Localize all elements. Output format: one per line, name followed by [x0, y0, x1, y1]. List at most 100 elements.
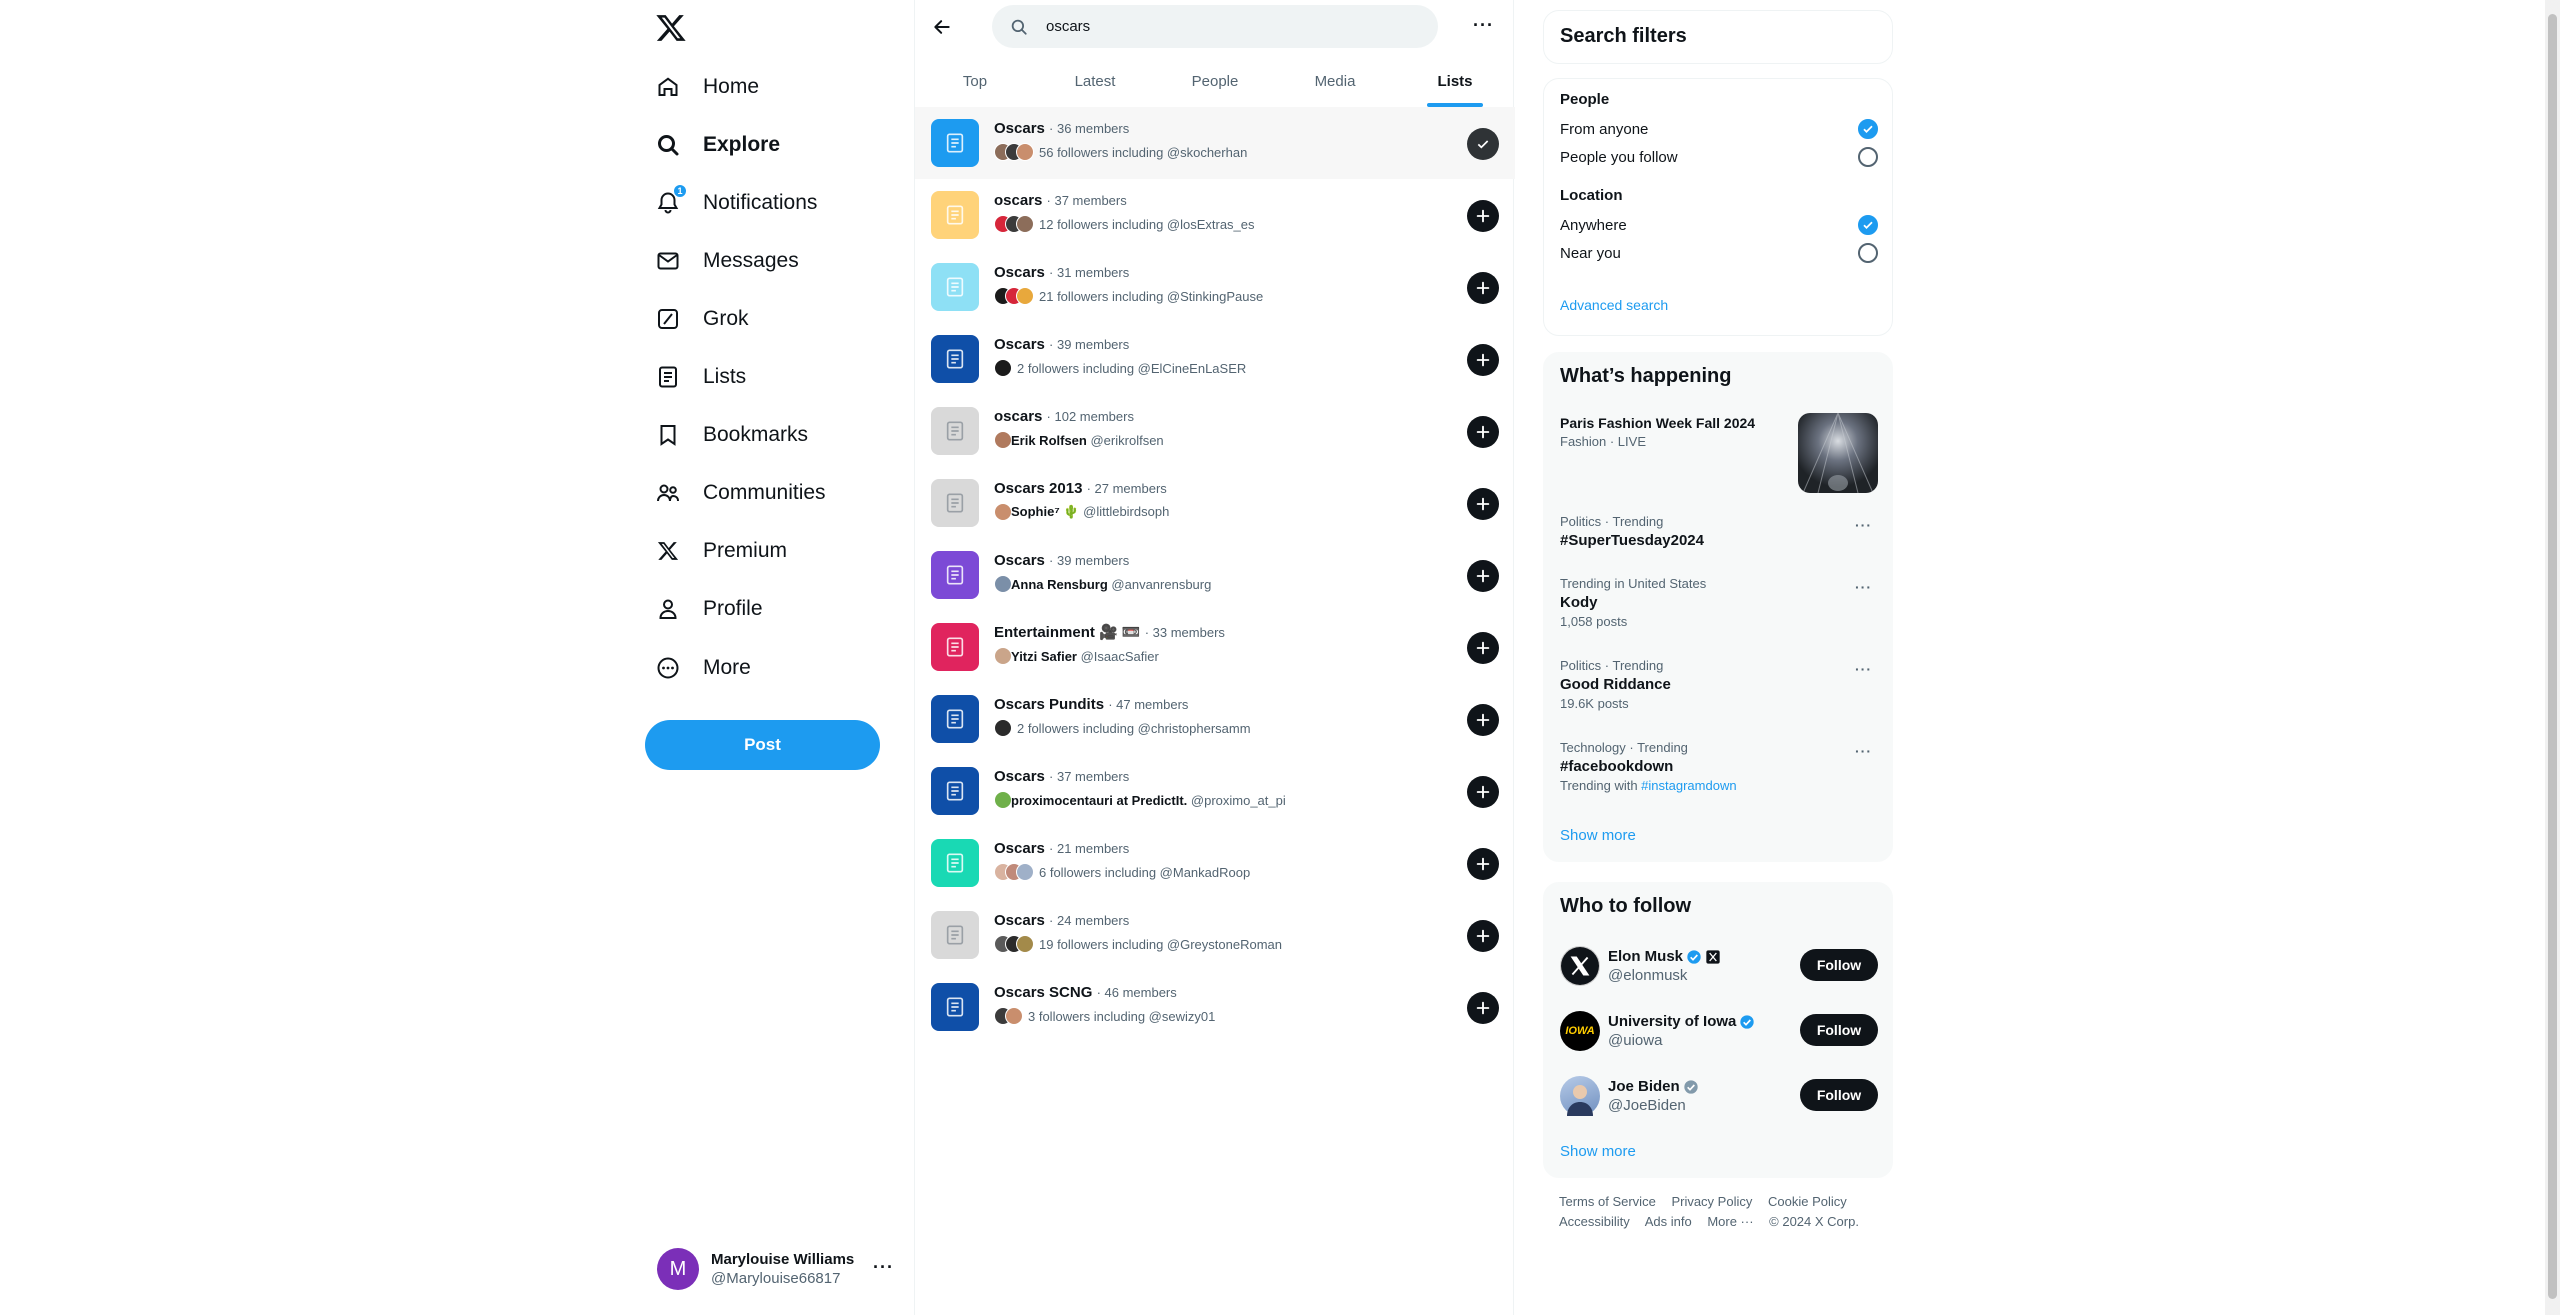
list-item[interactable]: Oscars · 24 members 19 followers includi…	[915, 899, 1515, 971]
search-input[interactable]	[1046, 18, 1406, 35]
tab-latest[interactable]: Latest	[1035, 56, 1155, 107]
filter-people-you-follow[interactable]: People you follow	[1560, 145, 1878, 169]
follow-button[interactable]: Follow	[1800, 949, 1878, 981]
nav-notifications[interactable]: 1 Notifications	[655, 178, 817, 228]
list-item[interactable]: Oscars · 39 members 2 followers includin…	[915, 323, 1515, 395]
list-item[interactable]: Oscars · 31 members 21 followers includi…	[915, 251, 1515, 323]
nav-label: Communities	[703, 481, 826, 504]
nav-label: Premium	[703, 539, 788, 562]
more-dots-icon[interactable]: ···	[1855, 517, 1872, 533]
trend-category: Politics · Trending	[1560, 658, 1664, 673]
follow-plus-icon[interactable]	[1467, 488, 1499, 520]
search-box[interactable]	[992, 5, 1438, 48]
nav-premium[interactable]: Premium	[655, 526, 787, 576]
radio-checked-icon[interactable]	[1858, 215, 1878, 235]
follower-avatars	[994, 791, 1012, 809]
follow-plus-icon[interactable]	[1467, 848, 1499, 880]
follow-plus-icon[interactable]	[1467, 632, 1499, 664]
trend-item[interactable]: Technology · Trending #facebookdown Tren…	[1560, 739, 1878, 795]
list-item[interactable]: Entertainment 🎥 📼 · 33 members Yitzi Saf…	[915, 611, 1515, 683]
notification-badge: 1	[673, 184, 687, 198]
radio-checked-icon[interactable]	[1858, 119, 1878, 139]
list-item[interactable]: Oscars · 21 members 6 followers includin…	[915, 827, 1515, 899]
list-item[interactable]: Oscars · 36 members 56 followers includi…	[915, 107, 1515, 179]
follow-suggestion[interactable]: Joe Biden @JoeBiden Follow	[1560, 1071, 1878, 1121]
nav-profile[interactable]: Profile	[655, 584, 763, 634]
footer-link[interactable]: Terms of Service	[1559, 1194, 1656, 1209]
radio-unchecked-icon[interactable]	[1858, 147, 1878, 167]
back-arrow-icon[interactable]	[927, 12, 957, 42]
tab-media[interactable]: Media	[1275, 56, 1395, 107]
who-to-follow-show-more[interactable]: Show more	[1560, 1143, 1636, 1160]
list-members: · 31 members	[1049, 265, 1130, 280]
page-scrollbar[interactable]	[2545, 0, 2560, 1315]
filter-anywhere[interactable]: Anywhere	[1560, 213, 1878, 237]
x-logo-icon[interactable]	[655, 12, 689, 46]
filter-near-you[interactable]: Near you	[1560, 241, 1878, 265]
nav-more[interactable]: More	[655, 643, 751, 693]
tab-people[interactable]: People	[1155, 56, 1275, 107]
follower-avatars	[994, 431, 1012, 449]
copyright: © 2024 X Corp.	[1769, 1214, 1859, 1229]
more-options-icon[interactable]: ···	[1473, 15, 1494, 36]
follow-suggestion[interactable]: Elon Musk @elonmusk Follow	[1560, 941, 1878, 991]
nav-bookmarks[interactable]: Bookmarks	[655, 410, 808, 460]
follow-button[interactable]: Follow	[1800, 1014, 1878, 1046]
follow-plus-icon[interactable]	[1467, 200, 1499, 232]
follow-plus-icon[interactable]	[1467, 704, 1499, 736]
nav-grok[interactable]: Grok	[655, 294, 749, 344]
tab-lists[interactable]: Lists	[1395, 56, 1515, 107]
trend-item[interactable]: Politics · Trending Good Riddance 19.6K …	[1560, 657, 1878, 713]
trend-with-label: Trending with	[1560, 778, 1642, 793]
followed-check-icon[interactable]	[1467, 128, 1499, 160]
list-owner-handle: @proximo_at_pi	[1190, 792, 1286, 808]
follow-plus-icon[interactable]	[1467, 560, 1499, 592]
more-dots-icon[interactable]: ···	[1855, 743, 1872, 759]
account-switcher[interactable]: M Marylouise Williams @Marylouise66817 ·…	[657, 1243, 902, 1295]
footer-link[interactable]: Accessibility	[1559, 1214, 1630, 1229]
list-item[interactable]: Oscars · 39 members Anna Rensburg @anvan…	[915, 539, 1515, 611]
follow-plus-icon[interactable]	[1467, 416, 1499, 448]
follow-plus-icon[interactable]	[1467, 344, 1499, 376]
follow-plus-icon[interactable]	[1467, 272, 1499, 304]
list-item[interactable]: Oscars 2013 · 27 members Sophie⁷ 🌵 @litt…	[915, 467, 1515, 539]
follow-suggestion[interactable]: IOWA University of Iowa @uiowa Follow	[1560, 1006, 1878, 1056]
footer-link[interactable]: Cookie Policy	[1768, 1194, 1847, 1209]
follow-plus-icon[interactable]	[1467, 920, 1499, 952]
scrollbar-thumb[interactable]	[2548, 14, 2557, 1299]
list-name: Entertainment 🎥 📼	[994, 624, 1141, 641]
list-results: Oscars · 36 members 56 followers includi…	[915, 107, 1515, 1043]
follow-button[interactable]: Follow	[1800, 1079, 1878, 1111]
featured-trend[interactable]: Paris Fashion Week Fall 2024 Fashion · L…	[1560, 413, 1878, 497]
follow-plus-icon[interactable]	[1467, 992, 1499, 1024]
list-item[interactable]: oscars · 37 members 12 followers includi…	[915, 179, 1515, 251]
advanced-search-link[interactable]: Advanced search	[1560, 297, 1668, 313]
nav-messages[interactable]: Messages	[655, 236, 799, 286]
follower-avatars	[994, 1007, 1023, 1025]
footer-link[interactable]: Privacy Policy	[1671, 1194, 1752, 1209]
radio-unchecked-icon[interactable]	[1858, 243, 1878, 263]
follow-plus-icon[interactable]	[1467, 776, 1499, 808]
nav-communities[interactable]: Communities	[655, 468, 826, 518]
more-dots-icon[interactable]: ···	[1855, 579, 1872, 595]
list-item[interactable]: Oscars Pundits · 47 members 2 followers …	[915, 683, 1515, 755]
list-item[interactable]: Oscars SCNG · 46 members 3 followers inc…	[915, 971, 1515, 1043]
footer-link[interactable]: More ···	[1707, 1214, 1753, 1229]
post-button[interactable]: Post	[645, 720, 880, 770]
footer-link[interactable]: Ads info	[1645, 1214, 1692, 1229]
list-item[interactable]: Oscars · 37 members proximocentauri at P…	[915, 755, 1515, 827]
trend-item[interactable]: Trending in United States Kody 1,058 pos…	[1560, 575, 1878, 631]
bookmark-icon	[655, 422, 681, 448]
nav-home[interactable]: Home	[655, 62, 759, 112]
happening-show-more[interactable]: Show more	[1560, 827, 1636, 844]
trend-hashtag-link[interactable]: #instagramdown	[1641, 778, 1736, 793]
list-cover-icon	[931, 479, 979, 527]
tab-top[interactable]: Top	[915, 56, 1035, 107]
list-members: · 37 members	[1046, 193, 1127, 208]
more-dots-icon[interactable]: ···	[1855, 661, 1872, 677]
list-item[interactable]: oscars · 102 members Erik Rolfsen @erikr…	[915, 395, 1515, 467]
trend-item[interactable]: Politics · Trending #SuperTuesday2024 ··…	[1560, 513, 1878, 551]
filter-from-anyone[interactable]: From anyone	[1560, 117, 1878, 141]
nav-explore[interactable]: Explore	[655, 120, 780, 170]
nav-lists[interactable]: Lists	[655, 352, 746, 402]
